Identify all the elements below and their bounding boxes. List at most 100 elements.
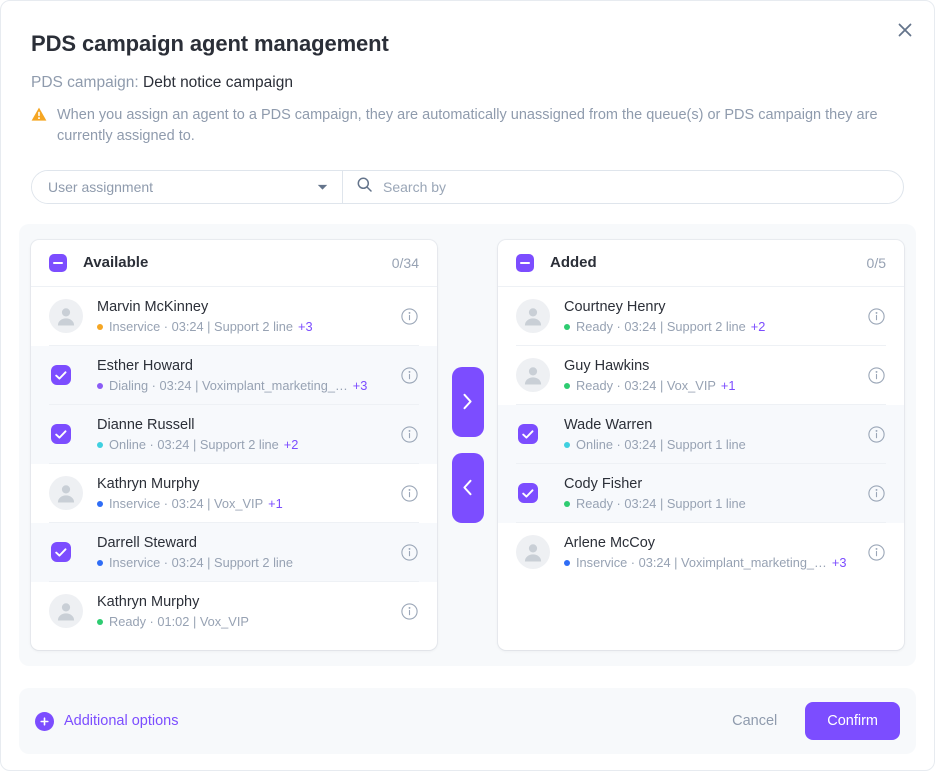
user-assignment-select-value: User assignment [48, 178, 154, 195]
cancel-button[interactable]: Cancel [716, 703, 793, 739]
avatar[interactable] [49, 476, 83, 511]
checkbox-checked-icon [51, 424, 71, 445]
agent-meta-more-count[interactable]: +2 [284, 437, 299, 452]
dialog-footer: Additional options Cancel Confirm [19, 688, 916, 754]
avatar-icon [49, 594, 83, 629]
info-icon[interactable] [399, 483, 419, 503]
warning-notice: When you assign an agent to a PDS campai… [1, 92, 934, 148]
info-icon[interactable] [866, 306, 886, 326]
info-icon [867, 544, 885, 561]
agent-row-checkbox[interactable] [516, 424, 550, 445]
search-input[interactable] [381, 177, 889, 196]
agent-row[interactable]: Esther Howard Dialing · 03:24 | Voximplan… [31, 345, 437, 405]
available-select-all-checkbox[interactable] [49, 253, 67, 272]
agent-row[interactable]: Guy Hawkins Ready · 03:24 | Vox_VIP +1 [498, 346, 904, 405]
agent-row[interactable]: Darrell Steward Inservice · 03:24 | Suppo… [31, 522, 437, 582]
agent-meta-text: Ready · 03:24 | Support 1 line [576, 496, 746, 512]
status-dot [564, 323, 570, 330]
agent-meta: Ready · 03:24 | Support 2 line +2 [564, 319, 856, 334]
agent-meta-more-count[interactable]: +1 [268, 496, 283, 511]
info-icon[interactable] [399, 365, 419, 385]
agent-meta-text: Inservice · 03:24 | Vox_VIP [109, 496, 264, 512]
close-icon[interactable] [890, 15, 920, 45]
agent-row[interactable]: Courtney Henry Ready · 03:24 | Support 2 … [498, 287, 904, 346]
agent-meta-text: Dialing · 03:24 | Voximplant_marketing_… [109, 378, 348, 394]
agent-meta: Inservice · 03:24 | Support 2 line +3 [97, 319, 389, 334]
move-left-button[interactable] [451, 452, 484, 523]
search-icon [357, 177, 372, 197]
agent-row-body: Wade Warren Online · 03:24 | Support 1 li… [564, 416, 856, 452]
info-icon[interactable] [866, 542, 886, 562]
agent-name: Arlene McCoy [564, 535, 656, 552]
agent-meta-more-count[interactable]: +3 [353, 378, 368, 393]
agent-row-body: Marvin McKinney Inservice · 03:24 | Suppo… [97, 298, 389, 334]
campaign-subtitle-label: PDS campaign: [31, 74, 139, 91]
agent-row[interactable]: Marvin McKinney Inservice · 03:24 | Suppo… [31, 287, 437, 346]
info-icon[interactable] [866, 365, 886, 385]
status-dot [564, 559, 570, 566]
status-dot [97, 323, 103, 330]
agent-row[interactable]: Dianne Russell Online · 03:24 | Support 2… [31, 404, 437, 464]
available-panel-title: Available [83, 254, 149, 272]
agent-meta: Inservice · 03:24 | Support 2 line [97, 555, 389, 570]
minus-icon [53, 261, 63, 264]
filter-row: User assignment [31, 169, 904, 204]
agent-row-body: Kathryn Murphy Inservice · 03:24 | Vox_VI… [97, 475, 389, 511]
info-icon[interactable] [399, 601, 419, 621]
agent-row-body: Dianne Russell Online · 03:24 | Support 2… [97, 416, 389, 452]
warning-triangle-icon [31, 107, 47, 121]
additional-options-button[interactable]: Additional options [35, 711, 178, 731]
check-icon [55, 548, 67, 557]
agent-row[interactable]: Arlene McCoy Inservice · 03:24 | Voximpla… [498, 523, 904, 582]
avatar[interactable] [516, 299, 550, 334]
status-dot [97, 618, 103, 625]
avatar[interactable] [516, 535, 550, 570]
avatar[interactable] [49, 594, 83, 629]
agent-row-body: Courtney Henry Ready · 03:24 | Support 2 … [564, 298, 856, 334]
avatar[interactable] [516, 358, 550, 393]
agent-name: Esther Howard [97, 358, 193, 375]
info-icon[interactable] [399, 424, 419, 444]
info-icon [867, 367, 885, 384]
info-icon[interactable] [399, 306, 419, 326]
info-icon[interactable] [866, 424, 886, 444]
agent-row[interactable]: Kathryn Murphy Inservice · 03:24 | Vox_VI… [31, 464, 437, 523]
status-dot [564, 441, 570, 448]
added-select-all-checkbox[interactable] [516, 253, 534, 272]
agent-meta-more-count[interactable]: +3 [832, 555, 847, 570]
move-right-button[interactable] [451, 366, 484, 437]
agent-meta-text: Ready · 01:02 | Vox_VIP [109, 614, 249, 630]
agent-row[interactable]: Kathryn Murphy Ready · 01:02 | Vox_VIP [31, 582, 437, 641]
confirm-button[interactable]: Confirm [805, 702, 900, 740]
check-icon [55, 371, 67, 380]
agent-row-checkbox[interactable] [516, 483, 550, 504]
info-icon[interactable] [399, 542, 419, 562]
checkbox-indeterminate-icon [516, 253, 534, 272]
agent-meta-more-count[interactable]: +1 [721, 378, 736, 393]
info-icon [400, 426, 418, 443]
avatar-icon [516, 358, 550, 393]
agent-name: Guy Hawkins [564, 358, 650, 375]
plus-icon [40, 716, 49, 726]
avatar-icon [49, 299, 83, 334]
avatar[interactable] [49, 299, 83, 334]
agent-meta-more-count[interactable]: +3 [298, 319, 313, 334]
campaign-name: Debt notice campaign [143, 74, 293, 91]
agent-name: Courtney Henry [564, 299, 666, 316]
agent-meta-text: Inservice · 03:24 | Support 2 line [109, 555, 294, 571]
search-box[interactable] [343, 171, 903, 203]
agent-row-checkbox[interactable] [49, 424, 83, 445]
agent-meta-more-count[interactable]: +2 [751, 319, 766, 334]
user-assignment-select[interactable]: User assignment [32, 170, 343, 203]
agent-row-checkbox[interactable] [49, 542, 83, 563]
warning-icon [31, 107, 47, 148]
info-icon[interactable] [866, 483, 886, 503]
agent-meta: Inservice · 03:24 | Voximplant_marketing… [564, 555, 856, 570]
agent-meta: Online · 03:24 | Support 2 line +2 [97, 437, 389, 452]
added-panel-count: 0/5 [866, 254, 886, 271]
checkbox-checked-icon [518, 424, 538, 445]
agent-row-checkbox[interactable] [49, 365, 83, 386]
agent-row[interactable]: Cody Fisher Ready · 03:24 | Support 1 lin… [498, 463, 904, 523]
agent-row[interactable]: Wade Warren Online · 03:24 | Support 1 li… [498, 404, 904, 464]
agent-meta-text: Ready · 03:24 | Vox_VIP [576, 378, 716, 394]
